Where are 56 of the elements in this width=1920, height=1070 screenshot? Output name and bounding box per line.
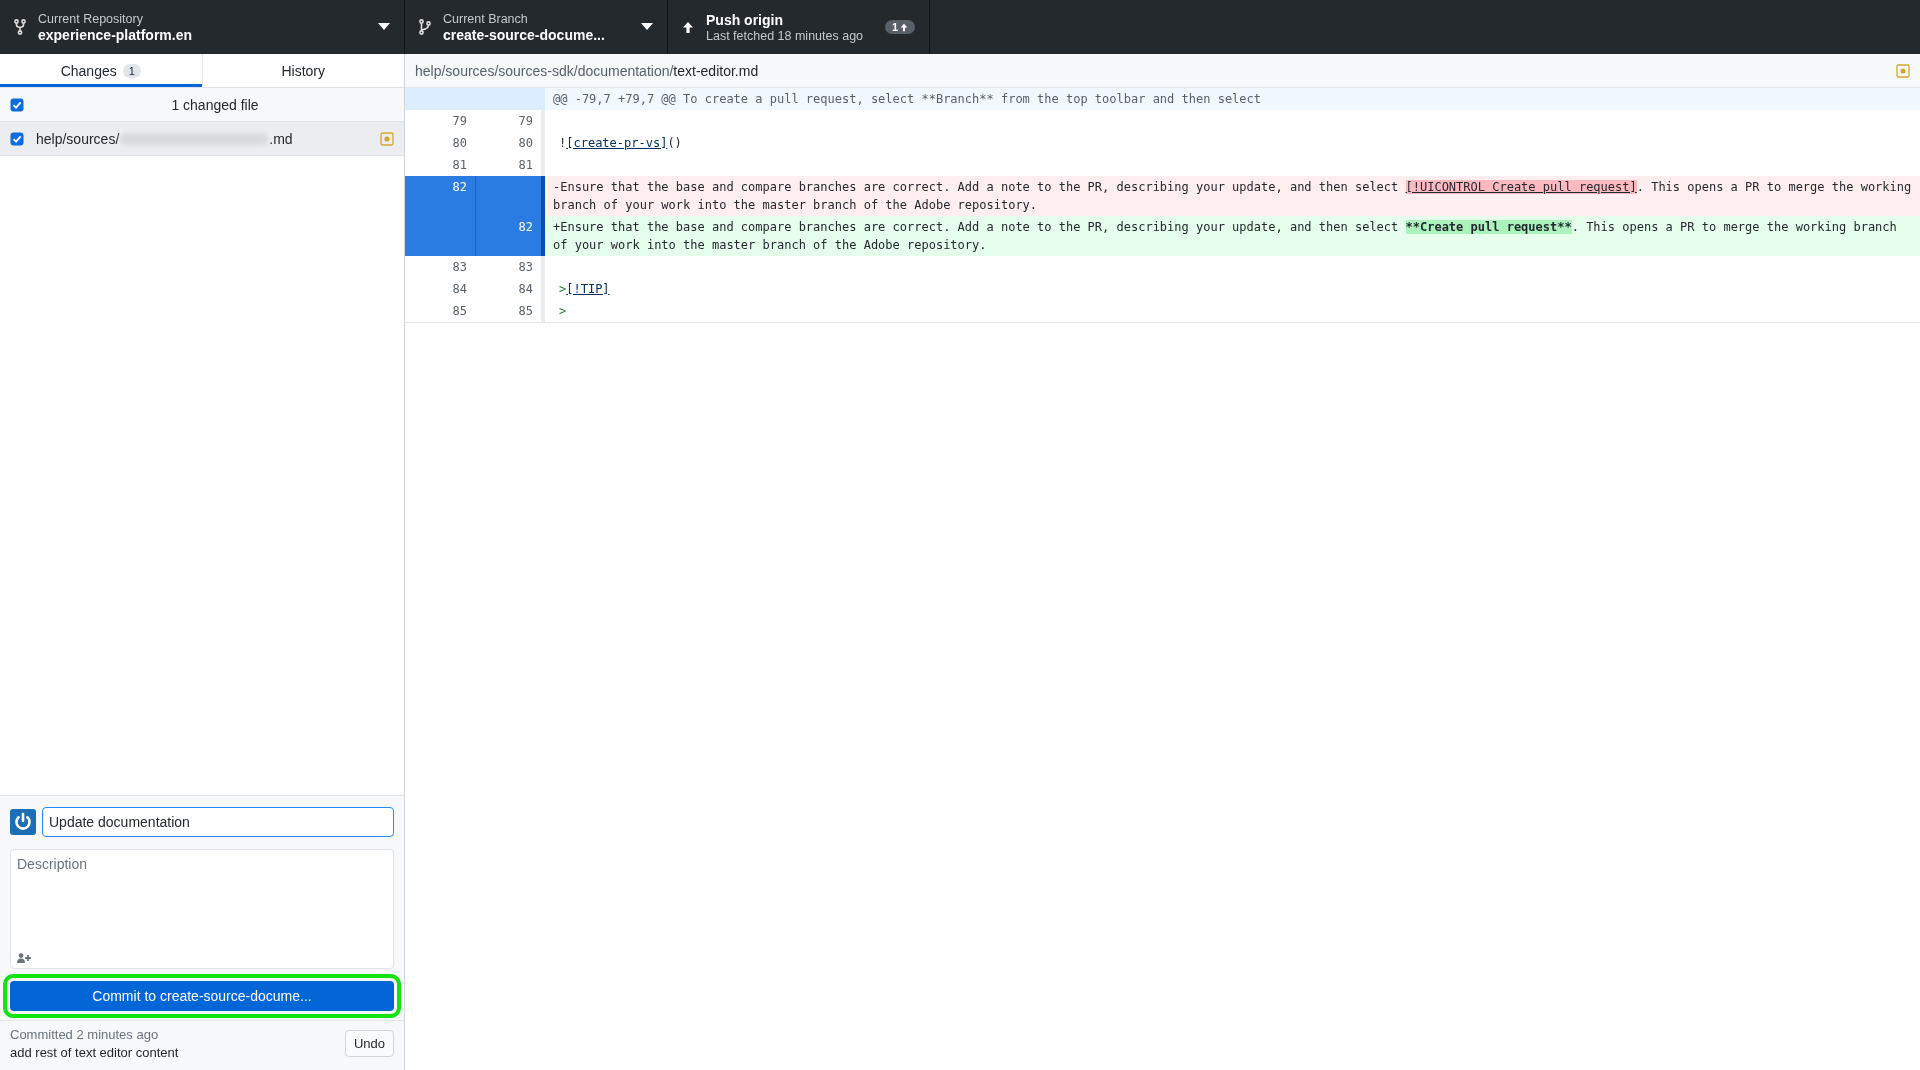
gutter-cell	[475, 176, 545, 216]
fork-icon	[14, 19, 26, 35]
branch-icon	[419, 19, 431, 35]
line-number: 81	[451, 157, 468, 174]
file-name: text-editor.md	[673, 62, 759, 79]
arrow-up-icon	[682, 20, 694, 34]
avatar-icon	[10, 809, 36, 835]
changed-files-count: 1 changed file	[170, 96, 260, 113]
dropdown-label: Current Branch	[443, 11, 529, 26]
file-row[interactable]: help/sources/ .md	[0, 122, 404, 156]
line-number: 80	[475, 132, 545, 154]
add-person-icon	[17, 953, 31, 963]
gutter-cell	[405, 88, 475, 110]
line-number: 79	[451, 113, 468, 130]
dropdown-value: experience-platform.en	[38, 26, 194, 43]
caret-down-icon	[641, 23, 653, 31]
hunk-header: @@ -79,7 +79,7 @@ To create a pull request, select **Branch** from the top toolbar and then select	[545, 88, 1920, 110]
line-number: 80	[451, 135, 468, 152]
caret-down-icon	[378, 23, 390, 31]
checkbox[interactable]	[10, 131, 24, 146]
line-number: 79	[475, 110, 545, 132]
code-line: ![create-pr-vs]()	[558, 135, 683, 152]
line-number: 82	[405, 176, 475, 216]
description-field[interactable]: Description	[10, 849, 394, 969]
dropdown-label: Current Repository	[38, 11, 144, 26]
tab[interactable]: History	[201, 54, 404, 87]
removed-text: [!UICONTROL Create pull request]	[1405, 180, 1637, 194]
file-path: help/sources/	[36, 130, 120, 147]
code-line: >[!TIP]	[558, 281, 611, 298]
line-number: 85	[451, 303, 468, 320]
last-fetched-text: Last fetched 18 minutes ago	[706, 28, 865, 43]
line-number: 84	[475, 278, 545, 300]
line-number: 85	[475, 300, 545, 322]
commit-count-badge: 1	[884, 20, 915, 34]
commit-message: add rest of text editor content	[10, 1045, 180, 1060]
checkbox[interactable]	[10, 97, 24, 112]
undo-button[interactable]: Undo	[344, 1030, 394, 1057]
line-number: 82	[475, 216, 545, 256]
file-directory: help/sources/sources-sdk/documentation/	[415, 62, 674, 79]
line-number: 84	[451, 281, 468, 298]
commit-time: Committed 2 minutes ago	[10, 1027, 160, 1042]
code-line: >	[558, 303, 568, 320]
gutter-cell	[405, 216, 475, 256]
file-extension: .md	[269, 130, 293, 147]
code-link[interactable]: [!TIP]	[566, 282, 610, 296]
line-number: 83	[451, 259, 468, 276]
added-text: **Create pull request**	[1405, 220, 1572, 234]
summary-field[interactable]: Update documentation	[42, 807, 394, 837]
gutter-cell	[475, 88, 545, 110]
commit-button[interactable]: Commit to create-source-docume...	[10, 981, 394, 1011]
push-title: Push origin	[706, 11, 784, 28]
count-badge: 1	[122, 63, 141, 78]
dropdown-value: create-source-docume...	[443, 26, 606, 43]
line-number: 83	[475, 256, 545, 278]
code-link[interactable]: [create-pr-vs]	[566, 136, 668, 150]
arrow-up-icon	[900, 22, 908, 32]
